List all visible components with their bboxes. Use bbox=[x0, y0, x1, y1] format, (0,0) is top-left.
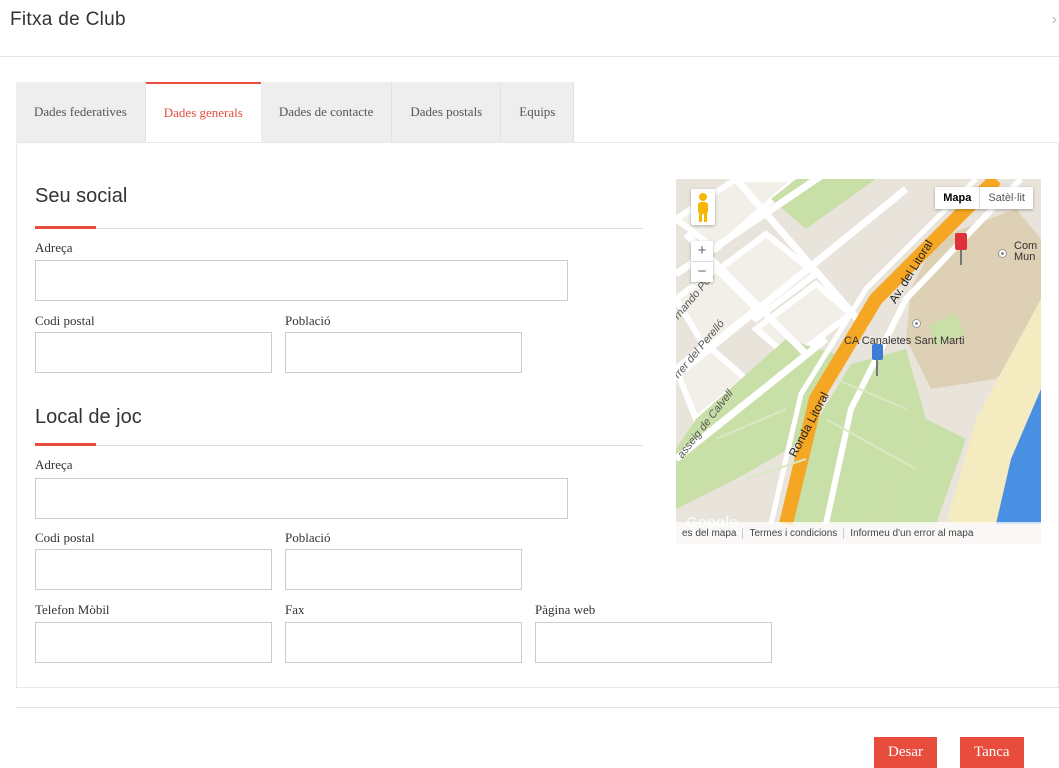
local-codi-postal-label: Codi postal bbox=[35, 530, 95, 545]
zoom-out-button[interactable]: − bbox=[691, 261, 713, 282]
zoom-in-button[interactable]: + bbox=[691, 241, 713, 261]
local-poblacio-input[interactable] bbox=[285, 549, 522, 590]
close-button[interactable]: Tanca bbox=[960, 737, 1024, 768]
map-footer: es del mapa Termes i condicions Informeu… bbox=[676, 522, 1041, 544]
section-accent bbox=[35, 443, 96, 446]
map-report-link[interactable]: Informeu d'un error al mapa bbox=[843, 527, 979, 539]
local-codi-postal-input[interactable] bbox=[35, 549, 272, 590]
map-terms-link[interactable]: Termes i condicions bbox=[742, 527, 843, 539]
web-input[interactable] bbox=[535, 622, 772, 663]
section-divider bbox=[35, 445, 643, 446]
modal-title: Fitxa de Club bbox=[10, 9, 126, 30]
map[interactable]: CA Canaletes Sant Marti Com Mun Av. del … bbox=[676, 179, 1041, 544]
seu-codi-postal-input[interactable] bbox=[35, 332, 272, 373]
local-adreca-input[interactable] bbox=[35, 478, 568, 519]
local-adreca-label: Adreça bbox=[35, 457, 73, 472]
section-accent bbox=[35, 226, 96, 229]
tab-dades-contacte[interactable]: Dades de contacte bbox=[260, 82, 393, 142]
poi-label-right-line2: Mun bbox=[1014, 251, 1036, 263]
tab-equips[interactable]: Equips bbox=[501, 82, 575, 142]
map-data-link[interactable]: es del mapa bbox=[676, 528, 742, 539]
poi-label-right: Com Mun bbox=[1014, 241, 1037, 263]
section-title-seu-social: Seu social bbox=[35, 185, 128, 207]
poi-dot-icon bbox=[912, 319, 921, 328]
seu-poblacio-input[interactable] bbox=[285, 332, 522, 373]
map-canvas bbox=[676, 179, 1041, 544]
tab-dades-postals[interactable]: Dades postals bbox=[392, 82, 502, 142]
web-label: Pàgina web bbox=[535, 602, 596, 617]
tab-dades-federatives[interactable]: Dades federatives bbox=[16, 82, 146, 142]
fax-input[interactable] bbox=[285, 622, 522, 663]
map-type-map-button[interactable]: Mapa bbox=[935, 187, 981, 209]
header-divider bbox=[0, 56, 1059, 57]
map-type-control: Mapa Satèl·lit bbox=[935, 187, 1033, 209]
local-poblacio-label: Població bbox=[285, 530, 331, 545]
tab-bar: Dades federatives Dades generals Dades d… bbox=[16, 82, 575, 142]
seu-adreca-input[interactable] bbox=[35, 260, 568, 301]
seu-poblacio-label: Població bbox=[285, 313, 331, 328]
close-icon[interactable]: › bbox=[1052, 11, 1057, 29]
section-title-local-de-joc: Local de joc bbox=[35, 406, 142, 428]
zoom-control: + − bbox=[691, 241, 713, 282]
pegman-icon[interactable] bbox=[691, 189, 715, 225]
footer-divider bbox=[16, 707, 1059, 708]
section-divider bbox=[35, 228, 643, 229]
poi-dot-icon bbox=[998, 249, 1007, 258]
poi-label-canaletes: CA Canaletes Sant Marti bbox=[844, 335, 965, 347]
tab-dades-generals[interactable]: Dades generals bbox=[145, 82, 261, 142]
telefon-input[interactable] bbox=[35, 622, 272, 663]
map-type-satellite-button[interactable]: Satèl·lit bbox=[980, 187, 1033, 209]
telefon-label: Telefon Mòbil bbox=[35, 602, 110, 617]
seu-codi-postal-label: Codi postal bbox=[35, 313, 95, 328]
save-button[interactable]: Desar bbox=[874, 737, 937, 768]
seu-adreca-label: Adreça bbox=[35, 240, 73, 255]
fax-label: Fax bbox=[285, 602, 305, 617]
